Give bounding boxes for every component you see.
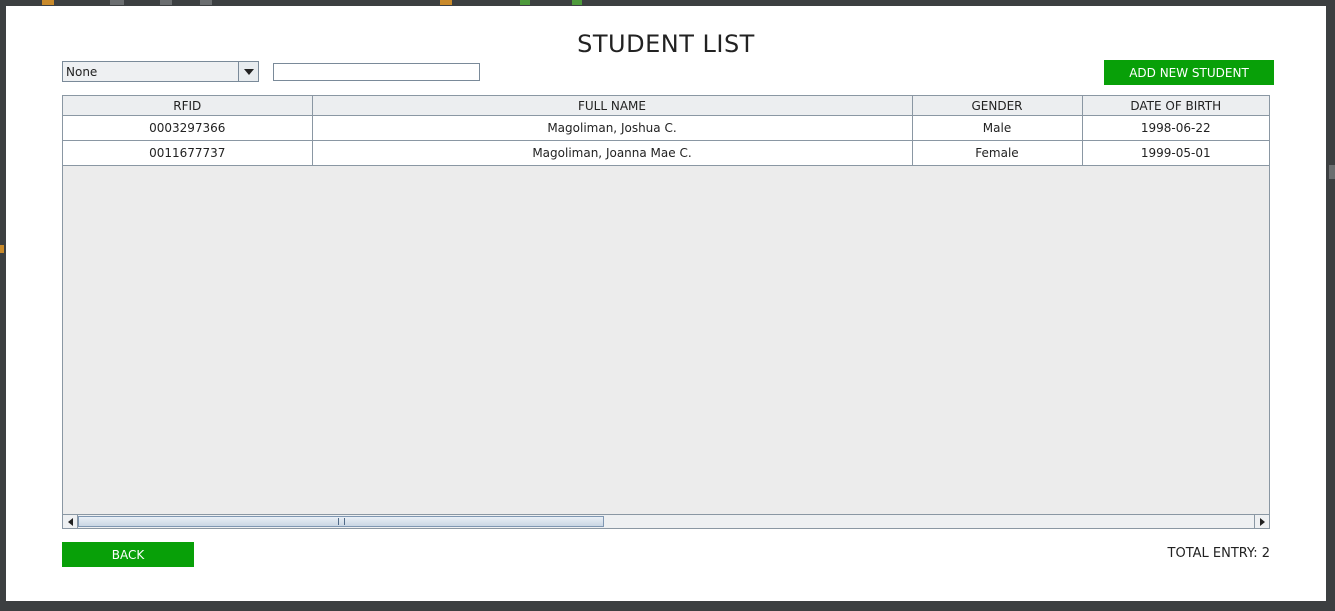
horizontal-scrollbar[interactable] (63, 514, 1269, 528)
cell-rfid[interactable]: 0003297366 (63, 115, 313, 141)
scrollbar-thumb[interactable] (78, 516, 604, 527)
page-title: STUDENT LIST (577, 30, 755, 58)
ide-toolbar-icon[interactable] (520, 0, 530, 5)
table-row[interactable]: 0003297366 Magoliman, Joshua C. Male 199… (63, 115, 1269, 141)
ide-toolbar-icon[interactable] (572, 0, 582, 5)
student-table: RFID FULL NAME GENDER DATE OF BIRTH 0003… (62, 95, 1270, 529)
filter-dropdown[interactable]: None (62, 61, 259, 82)
arrow-left-icon (67, 517, 73, 526)
grip-icon (337, 518, 345, 525)
search-input[interactable] (273, 63, 480, 81)
column-header-date-of-birth[interactable]: DATE OF BIRTH (1082, 96, 1269, 116)
table-header-row: RFID FULL NAME GENDER DATE OF BIRTH (63, 96, 1269, 116)
scroll-left-button[interactable] (63, 515, 78, 528)
cell-full-name[interactable]: Magoliman, Joshua C. (312, 115, 913, 141)
ide-toolbar-icon[interactable] (200, 0, 212, 5)
cell-rfid[interactable]: 0011677737 (63, 140, 313, 166)
ide-toolbar-icon[interactable] (110, 0, 124, 5)
ide-sidebar-icon[interactable] (1329, 165, 1335, 179)
ide-sidebar-icon[interactable] (0, 245, 4, 253)
ide-bottom-strip (0, 601, 1335, 611)
cell-gender[interactable]: Male (912, 115, 1083, 141)
back-button[interactable]: BACK (62, 542, 194, 567)
total-entry-label: TOTAL ENTRY: 2 (1167, 546, 1270, 561)
column-header-rfid[interactable]: RFID (63, 96, 313, 116)
column-header-full-name[interactable]: FULL NAME (312, 96, 913, 116)
scroll-right-button[interactable] (1254, 515, 1269, 528)
ide-toolbar-icon[interactable] (440, 0, 452, 5)
ide-toolbar-icon[interactable] (42, 0, 54, 5)
add-new-student-button[interactable]: ADD NEW STUDENT (1104, 60, 1274, 85)
chevron-down-icon (243, 68, 254, 75)
cell-gender[interactable]: Female (912, 140, 1083, 166)
cell-date-of-birth[interactable]: 1999-05-01 (1082, 140, 1269, 166)
ide-right-sidebar (1328, 0, 1335, 611)
arrow-right-icon (1259, 517, 1265, 526)
ide-left-sidebar (0, 0, 5, 611)
column-header-gender[interactable]: GENDER (912, 96, 1083, 116)
ide-toolbar-icon[interactable] (160, 0, 172, 5)
cell-date-of-birth[interactable]: 1998-06-22 (1082, 115, 1269, 141)
student-list-panel: STUDENT LIST None ADD NEW STUDENT RFID F… (6, 6, 1326, 601)
table-row[interactable]: 0011677737 Magoliman, Joanna Mae C. Fema… (63, 140, 1269, 166)
filter-dropdown-value: None (66, 65, 98, 79)
dropdown-arrow-button[interactable] (238, 62, 258, 81)
cell-full-name[interactable]: Magoliman, Joanna Mae C. (312, 140, 913, 166)
